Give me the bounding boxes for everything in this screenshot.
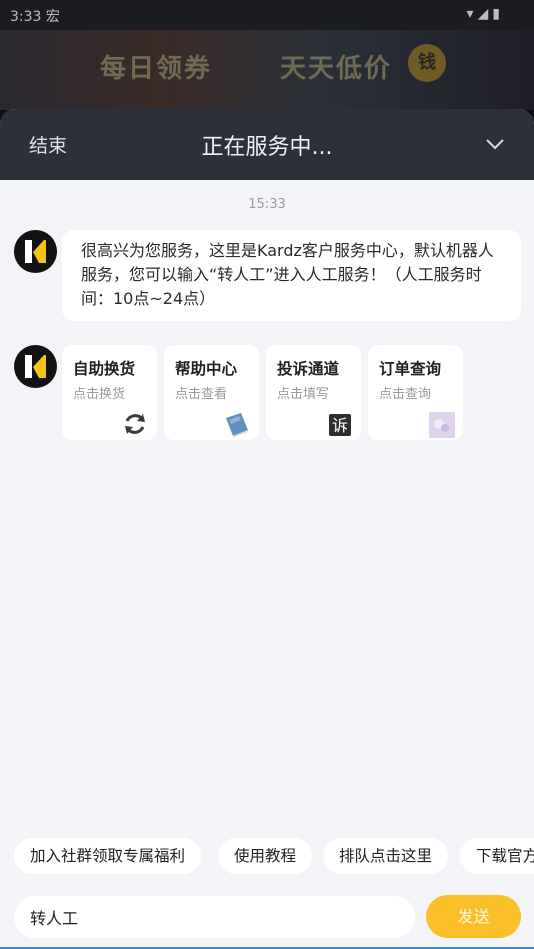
chevron-down-icon[interactable] — [484, 133, 506, 155]
send-button[interactable]: 发送 — [426, 895, 521, 938]
card-title: 投诉通道 — [277, 360, 340, 378]
quick-reply-tutorial[interactable]: 使用教程 — [218, 838, 313, 874]
complaint-icon: 诉 — [329, 414, 351, 436]
status-icons: ▾◢▮ — [466, 6, 504, 22]
banner-text-right: 天天低价 — [280, 54, 393, 84]
status-time: 3:33 宏 — [10, 9, 60, 25]
card-help-center[interactable]: 帮助中心 点击查看 — [164, 345, 259, 440]
card-title: 帮助中心 — [175, 360, 238, 378]
quick-reply-join-community[interactable]: 加入社群领取专属福利 — [14, 838, 202, 874]
status-bar: 3:33 宏 ▾◢▮ — [0, 0, 534, 30]
card-subtitle: 点击填写 — [277, 387, 330, 402]
bot-avatar — [14, 345, 57, 388]
bot-avatar — [14, 230, 57, 273]
quick-reply-queue[interactable]: 排队点击这里 — [323, 838, 449, 874]
message-timestamp: 15:33 — [248, 197, 286, 212]
card-order-query[interactable]: 订单查询 点击查询 — [368, 345, 463, 440]
complaint-icon-char: 诉 — [332, 416, 348, 435]
battery-icon: ▮ — [492, 6, 504, 22]
card-self-exchange[interactable]: 自助换货 点击换货 — [62, 345, 157, 440]
page-title: 正在服务中... — [201, 135, 333, 160]
banner-badge: 钱 — [408, 44, 446, 82]
chat-header: 结束 正在服务中... — [0, 109, 534, 180]
signal-icon: ◢ — [477, 6, 493, 22]
refresh-icon — [125, 414, 145, 434]
bot-message-bubble: 很高兴为您服务，这里是Kardz客户服务中心，默认机器人服务，您可以输入“转人工… — [62, 230, 521, 321]
banner-text-left: 每日领券 — [100, 54, 213, 84]
wifi-icon: ▾ — [466, 6, 478, 22]
promo-banner: 每日领券 天天低价 钱 — [0, 30, 534, 110]
card-subtitle: 点击查看 — [175, 387, 228, 402]
quick-replies: 加入社群领取专属福利 使用教程 排队点击这里 下载官方 — [0, 838, 534, 874]
order-icon — [429, 412, 455, 438]
card-title: 自助换货 — [73, 360, 136, 378]
card-subtitle: 点击查询 — [379, 387, 432, 402]
card-subtitle: 点击换货 — [73, 387, 126, 402]
message-input[interactable] — [14, 896, 415, 938]
card-complaint-channel[interactable]: 投诉通道 点击填写 诉 — [266, 345, 361, 440]
service-sheet: 结束 正在服务中... 15:33 很高兴为您服务，这里是Kardz客户服务中心… — [0, 109, 534, 949]
quick-reply-download[interactable]: 下载官方 — [460, 838, 534, 874]
bot-message-text: 很高兴为您服务，这里是Kardz客户服务中心，默认机器人服务，您可以输入“转人工… — [81, 241, 494, 308]
kardz-logo-icon — [25, 355, 46, 378]
kardz-logo-icon — [25, 240, 46, 263]
card-title: 订单查询 — [379, 360, 442, 378]
book-icon — [226, 413, 248, 438]
